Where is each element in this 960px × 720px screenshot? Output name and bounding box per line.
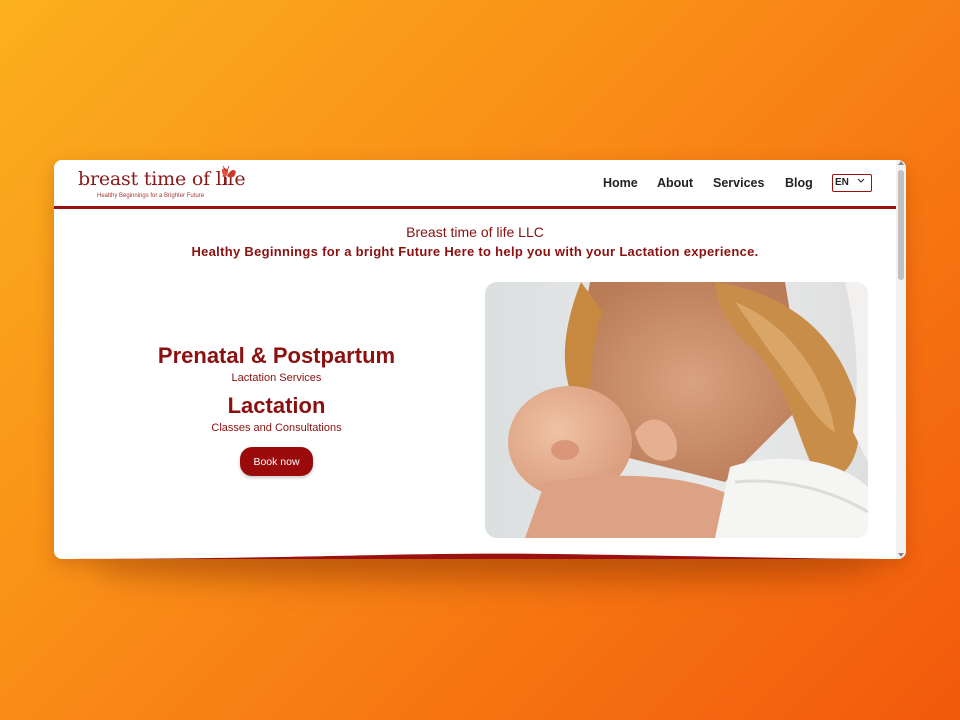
hero-heading-prenatal: Prenatal & Postpartum	[157, 343, 396, 368]
nav-about[interactable]: About	[657, 176, 693, 190]
scrollbar[interactable]	[896, 160, 906, 559]
hero-photo	[485, 282, 868, 538]
nav-home[interactable]: Home	[603, 176, 638, 190]
language-code: EN	[835, 177, 849, 188]
section-wave	[54, 553, 906, 559]
logo-tagline: Healthy Beginnings for a Brighter Future	[97, 193, 205, 199]
hero-subheading-lactation-services: Lactation Services	[231, 372, 322, 384]
hero-heading-lactation: Lactation	[227, 393, 326, 418]
chevron-down-icon	[857, 178, 865, 183]
nav-blog[interactable]: Blog	[785, 176, 813, 190]
logo[interactable]: breast time of life Healthy Beginnings f…	[78, 165, 248, 204]
site-header: breast time of life Healthy Beginnings f…	[54, 160, 896, 208]
butterfly-icon	[221, 165, 236, 184]
nav-services[interactable]: Services	[713, 176, 764, 190]
browser-window: breast time of life Healthy Beginnings f…	[54, 160, 906, 559]
scroll-up-arrow[interactable]	[898, 161, 904, 165]
hero-subheading-classes: Classes and Consultations	[211, 422, 342, 434]
header-divider	[54, 206, 896, 209]
scrollbar-thumb[interactable]	[898, 170, 904, 280]
scroll-down-arrow[interactable]	[898, 553, 904, 557]
book-now-button[interactable]: Book now	[240, 447, 313, 476]
intro-tagline: Healthy Beginnings for a bright Future H…	[191, 244, 759, 259]
language-selector[interactable]: EN	[832, 174, 872, 192]
company-name: Breast time of life LLC	[406, 224, 544, 240]
